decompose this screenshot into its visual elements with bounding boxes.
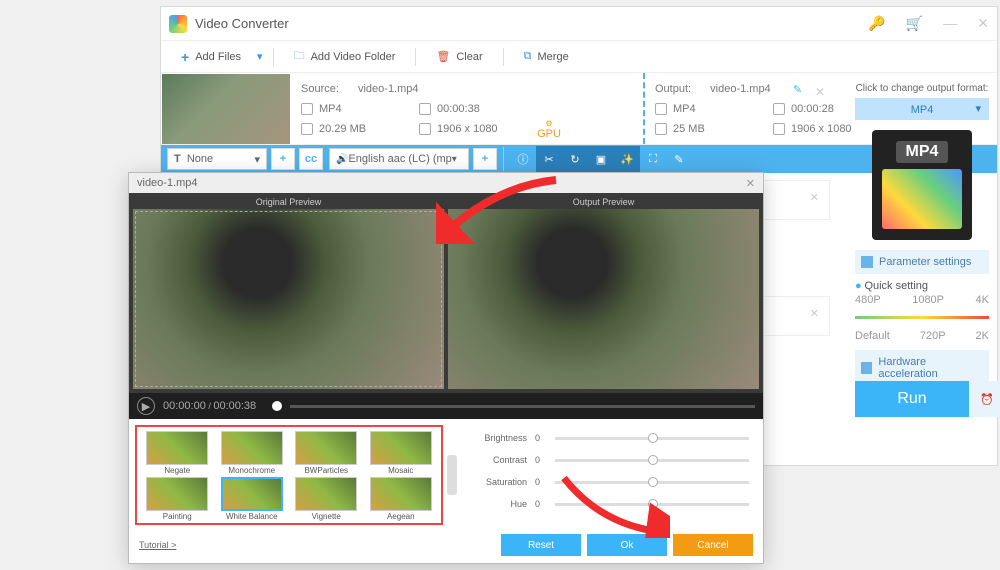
- output-preview: [448, 209, 759, 389]
- res-icon: [773, 123, 785, 135]
- add-subtitle-button[interactable]: +: [271, 148, 295, 170]
- add-files-button[interactable]: +Add Files: [171, 45, 251, 69]
- original-preview-label: Original Preview: [133, 197, 444, 207]
- playback-bar: ▶ 00:00:00 / 00:00:38: [129, 393, 763, 419]
- play-button[interactable]: ▶: [137, 397, 155, 415]
- output-file: video-1.mp4: [710, 83, 771, 95]
- chevron-down-icon: ▾: [975, 102, 981, 115]
- effect-painting[interactable]: Painting: [141, 477, 214, 521]
- edit-output-icon[interactable]: ✎: [793, 83, 802, 96]
- clock-icon: [419, 103, 431, 115]
- merge-icon: ⧉: [524, 50, 532, 63]
- trash-icon: 🗑: [436, 50, 450, 63]
- queue-close-button[interactable]: ✕: [810, 307, 819, 320]
- titlebar: Video Converter 🔑 🛒 — ✕: [161, 7, 997, 41]
- effect-white-balance[interactable]: White Balance: [216, 477, 289, 521]
- queue-close-button[interactable]: ✕: [810, 191, 819, 204]
- info-icon[interactable]: ⓘ: [510, 146, 536, 172]
- add-folder-button[interactable]: 🗀Add Video Folder: [284, 43, 406, 70]
- toolbar: +Add Files ▾ 🗀Add Video Folder 🗑Clear ⧉M…: [161, 41, 997, 73]
- crop-icon[interactable]: ▣: [588, 146, 614, 172]
- clear-button[interactable]: 🗑Clear: [426, 46, 492, 67]
- adjustment-sliders: Brightness0 Contrast0 Saturation0 Hue0: [463, 425, 757, 525]
- row-close-button[interactable]: ✕: [815, 85, 825, 99]
- effects-scrollbar[interactable]: [447, 455, 457, 495]
- cc-button[interactable]: cc: [299, 148, 323, 170]
- format-icon: [655, 103, 667, 115]
- cart-icon[interactable]: 🛒: [906, 15, 923, 32]
- effect-mosaic[interactable]: Mosaic: [365, 431, 438, 475]
- tutorial-link[interactable]: Tutorial >: [139, 540, 176, 550]
- quality-slider[interactable]: [855, 310, 989, 326]
- format-icon: [301, 103, 313, 115]
- dialog-close-button[interactable]: ✕: [746, 177, 755, 190]
- size-icon: [655, 123, 667, 135]
- dialog-title: video-1.mp4: [137, 177, 198, 189]
- effect-negate[interactable]: Negate: [141, 431, 214, 475]
- cancel-button[interactable]: Cancel: [673, 534, 753, 556]
- reset-button[interactable]: Reset: [501, 534, 581, 556]
- close-button[interactable]: ✕: [977, 15, 989, 32]
- saturation-slider[interactable]: [555, 481, 749, 484]
- effect-icon[interactable]: ✨: [614, 146, 640, 172]
- res-icon: [419, 123, 431, 135]
- sliders-icon: [861, 256, 873, 268]
- effect-dialog: video-1.mp4 ✕ Original Preview Output Pr…: [128, 172, 764, 564]
- effect-bwparticles[interactable]: BWParticles: [290, 431, 363, 475]
- quality-ticks-top: 480P1080P4K: [855, 294, 989, 306]
- edit-icon[interactable]: ✎: [666, 146, 692, 172]
- minimize-button[interactable]: —: [943, 15, 957, 32]
- run-button[interactable]: Run: [855, 381, 969, 417]
- playback-time: 00:00:00 / 00:00:38: [163, 400, 256, 412]
- size-icon: [301, 123, 313, 135]
- clock-icon: [773, 103, 785, 115]
- source-panel: Source: video-1.mp4 MP4 00:00:38 20.29 M…: [291, 73, 645, 144]
- audio-select[interactable]: 🔊 English aac (LC) (mp▾: [329, 148, 469, 170]
- output-preview-label: Output Preview: [448, 197, 759, 207]
- playhead[interactable]: [272, 401, 282, 411]
- folder-icon: 🗀: [294, 47, 305, 66]
- video-thumbnail[interactable]: [162, 74, 290, 144]
- add-audio-button[interactable]: +: [473, 148, 497, 170]
- output-format-button[interactable]: MP4▾: [855, 98, 989, 120]
- gpu-badge: ⚙GPU: [537, 119, 561, 140]
- format-label: Click to change output format:: [855, 83, 989, 94]
- watermark-icon[interactable]: ⛶: [640, 146, 666, 172]
- hue-slider[interactable]: [555, 503, 749, 506]
- format-thumbnail[interactable]: MP4: [872, 130, 972, 240]
- preview-row: Original Preview Output Preview: [129, 193, 763, 393]
- right-panel: Click to change output format: MP4▾ MP4 …: [847, 75, 997, 417]
- merge-button[interactable]: ⧉Merge: [514, 46, 579, 67]
- seek-track[interactable]: [290, 405, 755, 408]
- app-logo-icon: [169, 15, 187, 33]
- quality-ticks-bottom: Default720P2K: [855, 330, 989, 342]
- parameter-settings-button[interactable]: Parameter settings: [855, 250, 989, 274]
- effect-aegean[interactable]: Aegean: [365, 477, 438, 521]
- contrast-slider[interactable]: [555, 459, 749, 462]
- chip-icon: [861, 362, 872, 374]
- original-preview: [133, 209, 444, 389]
- ok-button[interactable]: Ok: [587, 534, 667, 556]
- effects-grid: Negate Monochrome BWParticles Mosaic Pai…: [135, 425, 443, 525]
- effect-vignette[interactable]: Vignette: [290, 477, 363, 521]
- subtitle-select[interactable]: T None▾: [167, 148, 267, 170]
- brightness-slider[interactable]: [555, 437, 749, 440]
- quick-setting-label: Quick setting: [864, 280, 928, 292]
- key-icon[interactable]: 🔑: [868, 15, 885, 32]
- add-files-dropdown[interactable]: ▾: [257, 50, 263, 63]
- rotate-icon[interactable]: ↻: [562, 146, 588, 172]
- effect-monochrome[interactable]: Monochrome: [216, 431, 289, 475]
- app-title: Video Converter: [195, 16, 868, 31]
- plus-icon: +: [181, 49, 189, 65]
- source-file: video-1.mp4: [358, 83, 419, 95]
- trim-icon[interactable]: ✂: [536, 146, 562, 172]
- schedule-button[interactable]: ⏰: [969, 381, 1000, 417]
